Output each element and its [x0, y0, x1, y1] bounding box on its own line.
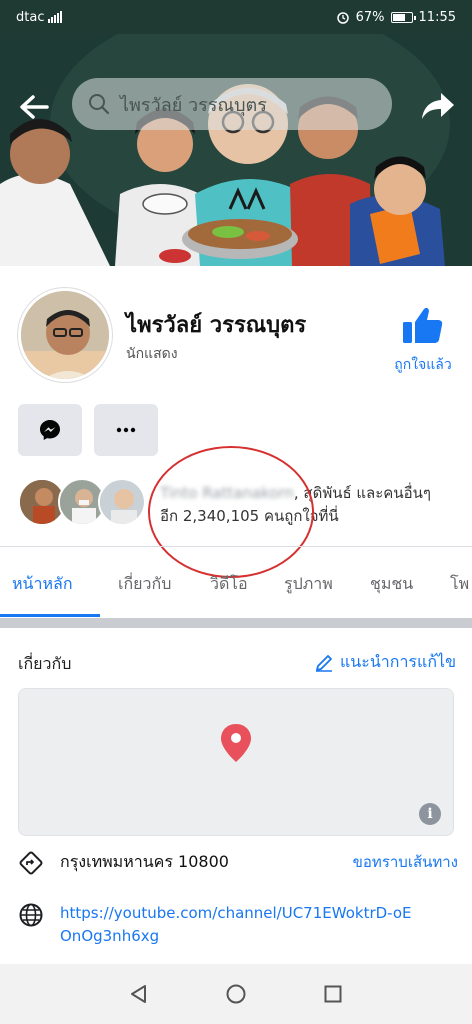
about-heading: เกี่ยวกับ [18, 654, 72, 673]
suggest-edit-label: แนะนำการแก้ไข [339, 652, 456, 671]
share-arrow-icon [422, 93, 454, 119]
address-text: กรุงเทพมหานคร 10800 [60, 852, 229, 871]
location-map[interactable]: i [18, 688, 454, 836]
suggest-edit-link[interactable]: แนะนำการแก้ไข [314, 650, 456, 675]
friend-avatar-3 [98, 478, 146, 526]
like-button[interactable]: ถูกใจแล้ว [388, 306, 458, 376]
clock: 11:55 [418, 9, 456, 25]
thumbs-up-icon [403, 307, 443, 343]
messenger-button[interactable] [18, 404, 82, 456]
website-link[interactable]: https://youtube.com/channel/UC71EWoktrD-… [60, 902, 420, 948]
page-tabs: หน้าหลัก เกี่ยวกับ วิดีโอ รูปภาพ ชุมชน โ… [0, 548, 472, 618]
tab-about[interactable]: เกี่ยวกับ [118, 572, 171, 597]
search-text: ไพรวัลย์ วรรณบุตร [120, 94, 267, 116]
more-options-button[interactable] [94, 404, 158, 456]
recents-square-icon[interactable] [322, 983, 344, 1005]
tab-videos[interactable]: วิดีโอ [210, 572, 248, 597]
address-row: กรุงเทพมหานคร 10800 ขอทราบเส้นทาง [18, 850, 458, 876]
arrow-left-icon [20, 95, 49, 119]
profile-avatar[interactable] [18, 288, 112, 382]
back-triangle-icon[interactable] [128, 983, 150, 1005]
facebook-page-screen: dtac 67% 11:55 ไพรวัลย์ วรรณบุตร ไพรวัลย… [0, 0, 472, 1024]
more-dots-icon [116, 427, 136, 433]
map-pin-icon [221, 724, 251, 762]
tab-photos[interactable]: รูปภาพ [284, 572, 333, 597]
like-label: ถูกใจแล้ว [394, 357, 452, 373]
page-category: นักแสดง [126, 346, 178, 362]
back-button[interactable] [14, 90, 54, 124]
get-directions-link[interactable]: ขอทราบเส้นทาง [353, 850, 458, 874]
avatar-image [21, 291, 109, 379]
status-bar: dtac 67% 11:55 [0, 0, 472, 34]
likes-line1-suffix: , สุดิพันธ์ และคนอื่นๆ [293, 484, 431, 502]
tab-home[interactable]: หน้าหลัก [12, 572, 73, 597]
pencil-icon [315, 654, 332, 672]
top-navigation: ไพรวัลย์ วรรณบุตร [0, 78, 472, 134]
tab-community[interactable]: ชุมชน [370, 572, 413, 597]
info-icon[interactable]: i [419, 803, 441, 825]
page-name: ไพรวัลย์ วรรณบุตร [126, 313, 307, 338]
section-divider [0, 618, 472, 628]
globe-icon [19, 903, 43, 927]
signal-icon [48, 11, 63, 23]
search-bar[interactable]: ไพรวัลย์ วรรณบุตร [72, 78, 392, 130]
cover-photo[interactable]: ไพรวัลย์ วรรณบุตร [0, 34, 472, 266]
directions-icon [19, 851, 43, 875]
divider [0, 546, 472, 547]
home-circle-icon[interactable] [225, 983, 247, 1005]
share-button[interactable] [418, 88, 458, 124]
friend-avatars[interactable] [18, 478, 148, 528]
alarm-icon [336, 12, 349, 24]
battery-percent: 67% [355, 9, 385, 25]
battery-icon [390, 11, 416, 23]
search-icon [89, 94, 110, 115]
active-tab-indicator [0, 614, 100, 617]
cover-illustration [0, 34, 472, 266]
carrier-label: dtac [16, 9, 45, 25]
messenger-icon [40, 420, 60, 440]
tab-posts[interactable]: โพ [450, 572, 469, 597]
website-row: https://youtube.com/channel/UC71EWoktrD-… [18, 902, 458, 948]
system-navigation-bar [0, 964, 472, 1024]
